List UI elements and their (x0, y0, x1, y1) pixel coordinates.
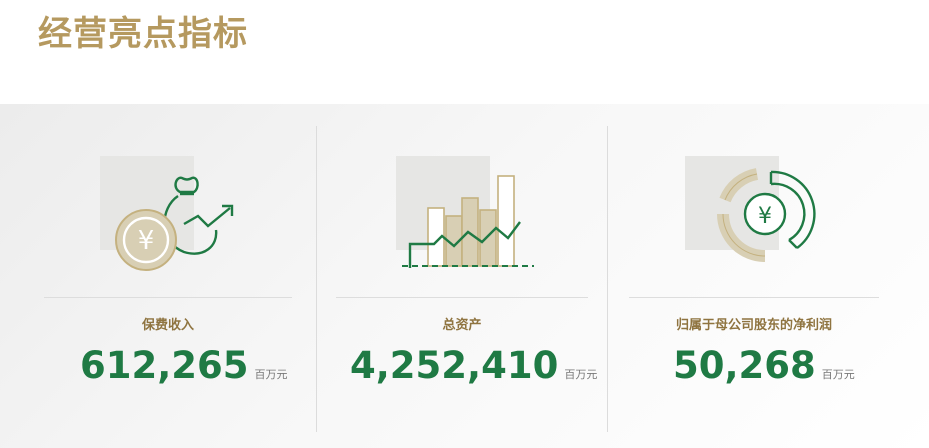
page-title: 经营亮点指标 (38, 14, 248, 54)
metric-label: 归属于母公司股东的净利润 (675, 318, 832, 333)
metrics-panel: ¥ 保费收入 612,265 百万元 总资产 4,252,410 百万元 ¥ 归… (0, 104, 929, 448)
svg-text:¥: ¥ (138, 226, 155, 256)
metric-value-row: 50,268 百万元 (673, 344, 855, 387)
metric-card-net-profit: ¥ 归属于母公司股东的净利润 50,268 百万元 (607, 104, 929, 448)
metric-value-row: 612,265 百万元 (80, 344, 288, 387)
bar-chart-trend-icon (396, 156, 536, 276)
svg-text:¥: ¥ (758, 204, 772, 229)
yuan-donut-chart-icon: ¥ (685, 156, 825, 276)
metric-value-row: 4,252,410 百万元 (350, 344, 597, 387)
yuan-coin-money-bag-icon: ¥ (100, 156, 240, 276)
metric-unit: 百万元 (564, 368, 598, 381)
divider-line (44, 297, 292, 298)
metric-value: 612,265 (80, 344, 249, 387)
metric-label: 保费收入 (141, 318, 194, 333)
metric-value: 50,268 (673, 344, 816, 387)
metric-card-premium-income: ¥ 保费收入 612,265 百万元 (0, 104, 316, 448)
metric-card-total-assets: 总资产 4,252,410 百万元 (316, 104, 607, 448)
metric-unit: 百万元 (254, 368, 288, 381)
metric-label: 总资产 (442, 318, 482, 333)
metric-value: 4,252,410 (350, 344, 559, 387)
divider-line (629, 297, 879, 298)
metric-unit: 百万元 (821, 368, 855, 381)
divider-line (336, 297, 588, 298)
